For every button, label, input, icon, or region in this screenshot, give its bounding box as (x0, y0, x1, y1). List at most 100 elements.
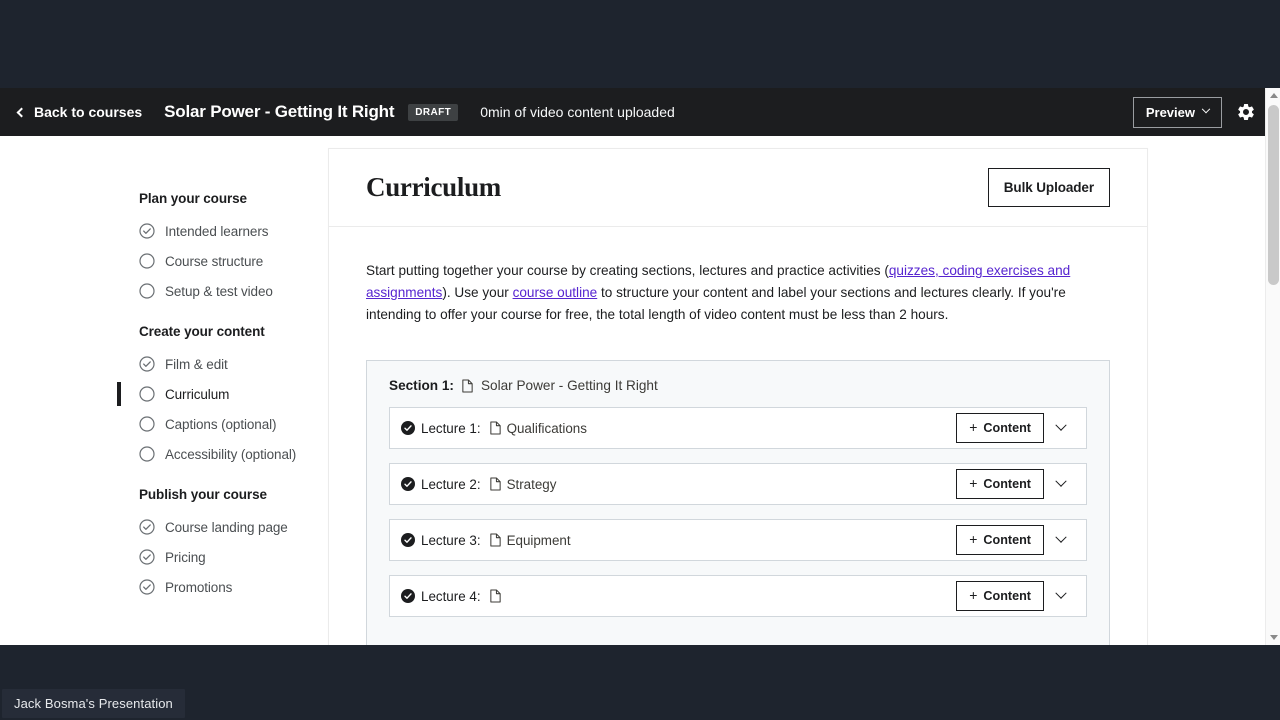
course-title: Solar Power - Getting It Right (164, 102, 395, 121)
sidebar-item-intended-learners[interactable]: Intended learners (117, 216, 327, 246)
curriculum-intro-text: Start putting together your course by cr… (366, 260, 1108, 326)
course-outline-link[interactable]: course outline (513, 285, 598, 300)
sidebar-group-title: Plan your course (139, 191, 247, 206)
chevron-down-icon (1055, 531, 1067, 543)
table-row[interactable]: Lecture 4: + Content (389, 575, 1087, 618)
bulk-uploader-button[interactable]: Bulk Uploader (987, 168, 1110, 207)
add-content-button[interactable]: + Content (956, 413, 1044, 444)
lecture-row-actions: + Content (956, 581, 1078, 612)
screen: Back to courses Solar Power - Getting It… (0, 0, 1280, 720)
browser-viewport: Back to courses Solar Power - Getting It… (0, 88, 1280, 645)
triangle-down-icon (1269, 635, 1278, 640)
add-content-label: Content (983, 589, 1031, 604)
add-content-label: Content (983, 421, 1031, 436)
add-content-label: Content (983, 533, 1031, 548)
table-row[interactable]: Lecture 3: Equipment + Content (389, 519, 1087, 562)
sidebar-item-label: Setup & test video (165, 283, 273, 299)
lecture-list: Lecture 1: Qualifications + Content Lect… (382, 407, 1094, 618)
add-content-label: Content (983, 477, 1031, 492)
lecture-label: Lecture 3: (421, 532, 481, 548)
scroll-down-arrow[interactable] (1266, 630, 1280, 645)
sidebar-item-course-landing-page[interactable]: Course landing page (117, 512, 327, 542)
course-steps-sidebar: Plan your course Intended learners Cours… (117, 191, 327, 620)
vertical-scrollbar[interactable] (1265, 88, 1280, 645)
table-row[interactable]: Lecture 1: Qualifications + Content (389, 407, 1087, 450)
gear-icon[interactable] (1236, 102, 1256, 122)
lecture-label: Lecture 1: (421, 420, 481, 436)
sidebar-item-curriculum[interactable]: Curriculum (117, 379, 327, 409)
plus-icon: + (969, 475, 978, 492)
lecture-row-actions: + Content (956, 413, 1078, 444)
chevron-down-icon (1201, 104, 1211, 114)
plus-icon: + (969, 587, 978, 604)
back-to-courses-label: Back to courses (34, 104, 143, 120)
sidebar-group-title: Create your content (139, 324, 265, 339)
section-name: Solar Power - Getting It Right (480, 378, 658, 394)
check-circle-icon (139, 519, 155, 535)
filled-check-circle-icon (401, 589, 415, 604)
sidebar-item-label: Accessibility (optional) (165, 446, 297, 462)
table-row[interactable]: Lecture 2: Strategy + Content (389, 463, 1087, 506)
sidebar-item-captions[interactable]: Captions (optional) (117, 409, 327, 439)
filled-check-circle-icon (401, 533, 415, 548)
document-icon (489, 589, 502, 603)
lecture-name: Equipment (506, 532, 571, 548)
section-header[interactable]: Section 1: Solar Power - Getting It Righ… (382, 378, 1094, 393)
sidebar-item-setup-test-video[interactable]: Setup & test video (117, 276, 327, 306)
add-content-button[interactable]: + Content (956, 469, 1044, 500)
document-icon (489, 421, 502, 435)
triangle-up-icon (1269, 93, 1278, 98)
empty-circle-icon (139, 283, 155, 299)
preview-button[interactable]: Preview (1132, 96, 1222, 128)
page-title: Curriculum (366, 172, 501, 202)
sidebar-item-promotions[interactable]: Promotions (117, 572, 327, 602)
taskbar-item[interactable]: Jack Bosma's Presentation (2, 689, 185, 718)
expand-lecture-toggle[interactable] (1044, 419, 1078, 432)
check-circle-icon (139, 223, 155, 239)
section-label: Section 1: (389, 378, 454, 394)
empty-circle-icon (139, 416, 155, 432)
header-actions: Preview (1132, 96, 1256, 128)
course-header: Back to courses Solar Power - Getting It… (0, 88, 1280, 136)
sidebar-item-pricing[interactable]: Pricing (117, 542, 327, 572)
lecture-label: Lecture 2: (421, 476, 481, 492)
sidebar-item-label: Course landing page (165, 519, 288, 535)
sidebar-group-create: Create your content Film & edit Curricul… (117, 324, 327, 469)
scrollbar-thumb[interactable] (1268, 105, 1279, 285)
add-content-button[interactable]: + Content (956, 525, 1044, 556)
expand-lecture-toggle[interactable] (1044, 531, 1078, 544)
lecture-name: Qualifications (506, 420, 587, 436)
lecture-name: Strategy (506, 476, 557, 492)
sidebar-item-label: Pricing (165, 549, 206, 565)
add-content-button[interactable]: + Content (956, 581, 1044, 612)
panel-header: Curriculum Bulk Uploader (329, 149, 1147, 227)
scroll-up-arrow[interactable] (1266, 88, 1280, 103)
check-circle-icon (139, 579, 155, 595)
intro-part-1: Start putting together your course by cr… (366, 263, 889, 278)
video-upload-status: 0min of video content uploaded (480, 104, 675, 120)
page-body: Plan your course Intended learners Cours… (0, 136, 1280, 645)
empty-circle-icon (139, 253, 155, 269)
intro-part-2: ). Use your (442, 285, 513, 301)
document-icon (489, 477, 502, 491)
expand-lecture-toggle[interactable] (1044, 475, 1078, 488)
active-indicator-bar (117, 382, 121, 406)
plus-icon: + (969, 531, 978, 548)
empty-circle-icon (139, 386, 155, 402)
sidebar-group-title: Publish your course (139, 487, 267, 502)
chevron-down-icon (1055, 419, 1067, 431)
back-to-courses-link[interactable]: Back to courses (16, 104, 143, 120)
desktop-background-bottom (0, 645, 1280, 720)
sidebar-item-label: Curriculum (165, 386, 230, 402)
sidebar-item-accessibility[interactable]: Accessibility (optional) (117, 439, 327, 469)
sidebar-item-film-edit[interactable]: Film & edit (117, 349, 327, 379)
check-circle-icon (139, 549, 155, 565)
expand-lecture-toggle[interactable] (1044, 587, 1078, 600)
sidebar-group-plan: Plan your course Intended learners Cours… (117, 191, 327, 306)
empty-circle-icon (139, 446, 155, 462)
preview-label: Preview (1145, 104, 1195, 120)
sidebar-item-course-structure[interactable]: Course structure (117, 246, 327, 276)
check-circle-icon (139, 356, 155, 372)
section-1-block: Section 1: Solar Power - Getting It Righ… (366, 360, 1110, 645)
status-badge: DRAFT (408, 103, 459, 121)
